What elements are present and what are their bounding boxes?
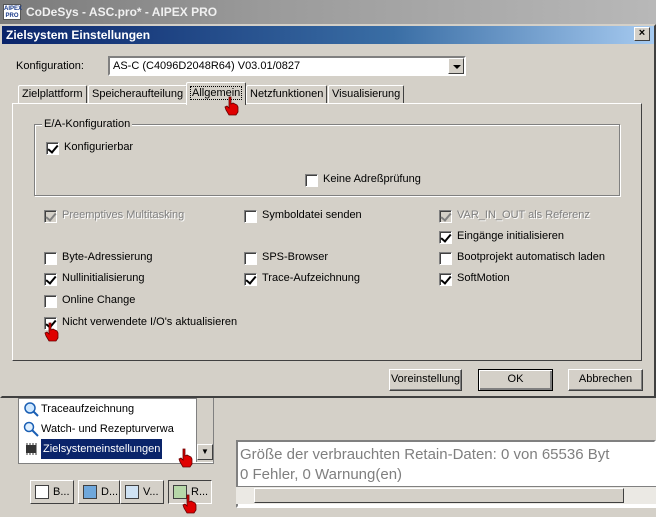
checkbox-label: Bootprojekt automatisch laden [457,251,605,263]
checkbox-label: Nicht verwendete I/O's aktualisieren [62,316,238,328]
tab-bausteine[interactable]: B... [30,480,74,504]
checkbox-label: VAR_IN_OUT als Referenz [457,209,590,221]
checkbox-box[interactable] [439,252,452,265]
scroll-down-icon[interactable]: ▼ [197,444,213,460]
tab-label: B... [53,486,70,498]
group-title: E/A-Konfiguration [42,118,133,130]
hand-pointer-icon [182,494,197,514]
app-title: CoDeSys - ASC.pro* - AIPEX PRO [26,5,218,19]
tab-visualisierung[interactable]: Visualisierung [328,85,405,104]
magnifier-icon [23,421,39,437]
tab-netzfunktionen[interactable]: Netzfunktionen [246,85,328,104]
checkbox-box[interactable] [44,273,57,286]
tab-label: Netzfunktionen [250,88,324,100]
checkbox-label: Trace-Aufzeichnung [262,272,361,284]
tree-item-watch[interactable]: Watch- und Rezepturverwa [19,419,197,439]
checkbox-box[interactable] [244,210,257,223]
message-hscrollbar[interactable] [236,486,656,504]
checkbox-label: Nullinitialisierung [62,272,145,284]
close-icon[interactable]: × [634,27,650,41]
ok-button[interactable]: OK [478,369,553,391]
chevron-down-icon[interactable] [448,58,464,74]
checkbox-box[interactable] [305,174,318,187]
checkbox-box[interactable] [44,252,57,265]
message-line: Größe der verbrauchten Retain-Daten: 0 v… [240,446,610,463]
tab-label: D... [101,486,119,498]
hand-pointer-icon [224,96,239,116]
checkbox-label: Online Change [62,294,136,306]
tab-label: Visualisierung [332,88,401,100]
checkbox-label: Eingänge initialisieren [457,230,565,242]
checkbox-box[interactable] [439,231,452,244]
hand-pointer-icon [178,448,193,468]
checkbox-box[interactable] [244,252,257,265]
tree-item-label: Zielsystemeinstellungen [41,439,163,459]
chip-icon [26,443,37,455]
tree-item-target-settings[interactable]: Zielsystemeinstellungen [19,439,197,459]
checkbox-box[interactable] [244,273,257,286]
scroll-thumb[interactable] [254,488,624,503]
tree-scrollbar[interactable]: ▼ [196,398,213,462]
document-icon [35,485,49,499]
checkbox-box[interactable] [439,210,452,223]
tab-label: Zielplattform [22,88,83,100]
checkbox-label: SoftMotion [457,272,510,284]
visualization-icon [125,485,139,499]
checkbox-box[interactable] [44,210,57,223]
checkbox-label: Preemptives Multitasking [62,209,185,221]
message-line: 0 Fehler, 0 Warnung(en) [240,466,403,483]
dialog-title: Zielsystem Einstellungen [6,28,151,42]
datatype-icon [83,485,97,499]
tab-speicheraufteilung[interactable]: Speicheraufteilung [88,85,188,104]
configuration-label: Konfiguration: [16,60,84,72]
hand-pointer-icon [44,322,59,342]
tab-datentypen[interactable]: D... [78,480,120,504]
tab-label: V... [143,486,159,498]
checkbox-box[interactable] [46,142,59,155]
checkbox-label: Keine Adreßprüfung [323,173,421,185]
checkbox-label: Symboldatei senden [262,209,362,221]
tree-item-trace[interactable]: Traceaufzeichnung [19,399,197,419]
defaults-button[interactable]: Voreinstellung [389,369,462,391]
checkbox-label: Byte-Adressierung [62,251,153,263]
pane-splitter[interactable] [218,400,230,510]
tree-item-label: Watch- und Rezepturverwa [41,423,174,435]
checkbox-box[interactable] [439,273,452,286]
app-logo-icon: AIPEX PRO [3,4,23,20]
tab-label: Speicheraufteilung [92,88,184,100]
tree-item-label: Traceaufzeichnung [41,403,135,415]
tab-visualisierung[interactable]: V... [120,480,164,504]
cancel-button[interactable]: Abbrechen [568,369,643,391]
configuration-value: AS-C (C4096D2048R64) V03.01/0827 [113,60,301,72]
checkbox-box[interactable] [44,295,57,308]
io-config-group [34,124,620,196]
checkbox-label: SPS-Browser [262,251,329,263]
trace-icon [24,402,39,417]
configuration-select[interactable]: AS-C (C4096D2048R64) V03.01/0827 [108,56,466,76]
tab-zielplattform[interactable]: Zielplattform [18,85,87,104]
checkbox-label: Konfigurierbar [64,141,134,153]
